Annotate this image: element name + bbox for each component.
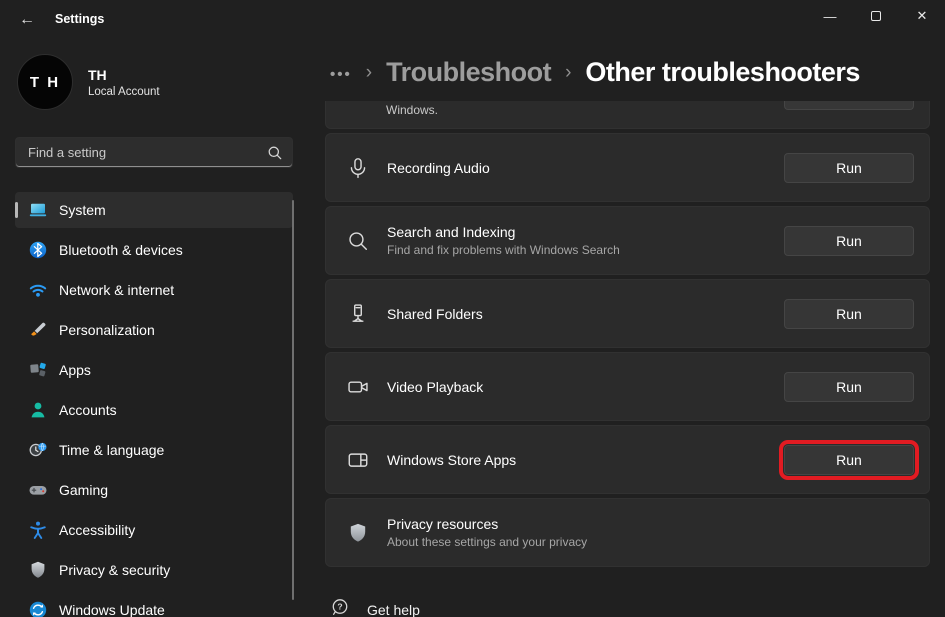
- run-button[interactable]: Run: [784, 299, 914, 329]
- sidebar-item-label: Accounts: [59, 402, 117, 418]
- page-title: Other troubleshooters: [585, 57, 860, 88]
- sidebar-item-personalization[interactable]: Personalization: [15, 312, 293, 348]
- list-item-shared-folders: Shared Folders Run: [325, 279, 930, 348]
- bluetooth-icon: [28, 240, 48, 260]
- troubleshooter-list: Windows. Recording Audio Run Searc: [325, 101, 930, 617]
- sidebar-item-label: Privacy & security: [59, 562, 170, 578]
- sidebar-item-apps[interactable]: Apps: [15, 352, 293, 388]
- get-help-icon: ?: [330, 597, 350, 617]
- run-button-fragment[interactable]: [784, 101, 914, 110]
- minimize-button[interactable]: —: [807, 0, 853, 32]
- item-title: Privacy resources: [387, 515, 914, 533]
- sidebar-scrollbar[interactable]: [292, 200, 294, 600]
- sidebar-item-system[interactable]: System: [15, 192, 293, 228]
- store-apps-icon: [346, 448, 370, 472]
- update-arrows-icon: [28, 600, 48, 617]
- run-button[interactable]: Run: [784, 226, 914, 256]
- breadcrumb-parent[interactable]: Troubleshoot: [386, 57, 551, 88]
- sidebar-item-accounts[interactable]: Accounts: [15, 392, 293, 428]
- sidebar-item-network-internet[interactable]: Network & internet: [15, 272, 293, 308]
- maximize-icon: [871, 11, 881, 21]
- back-button[interactable]: ←: [14, 8, 40, 32]
- person-icon: [28, 400, 48, 420]
- system-icon: [28, 200, 48, 220]
- sidebar-item-label: Network & internet: [59, 282, 174, 298]
- item-title: Video Playback: [387, 378, 784, 396]
- magnifier-icon: [346, 229, 370, 253]
- sidebar-item-gaming[interactable]: Gaming: [15, 472, 293, 508]
- sidebar-item-label: Gaming: [59, 482, 108, 498]
- sidebar-item-label: Accessibility: [59, 522, 135, 538]
- gamepad-icon: [28, 480, 48, 500]
- wifi-icon: [28, 280, 48, 300]
- breadcrumb: ••• › Troubleshoot › Other troubleshoote…: [330, 50, 860, 94]
- sidebar-item-time-language[interactable]: Time & language: [15, 432, 293, 468]
- avatar: T H: [17, 54, 73, 110]
- breadcrumb-ellipsis[interactable]: •••: [330, 62, 352, 83]
- sidebar-item-windows-update[interactable]: Windows Update: [15, 592, 293, 617]
- sidebar-item-label: Apps: [59, 362, 91, 378]
- item-subtitle: Find and fix problems with Windows Searc…: [387, 242, 784, 258]
- get-help-label: Get help: [367, 602, 420, 617]
- video-camera-icon: [346, 375, 370, 399]
- search-icon: [267, 145, 283, 166]
- maximize-button[interactable]: [853, 0, 899, 32]
- sidebar-item-label: Personalization: [59, 322, 155, 338]
- sidebar-item-label: Windows Update: [59, 602, 165, 617]
- chevron-right-icon: ›: [565, 60, 571, 84]
- item-title: Shared Folders: [387, 305, 784, 323]
- search-input[interactable]: [16, 138, 262, 167]
- minimize-icon: —: [824, 9, 837, 24]
- item-title: Search and Indexing: [387, 223, 784, 241]
- search-box: [15, 137, 293, 168]
- item-subtitle: About these settings and your privacy: [387, 534, 914, 550]
- sidebar-item-bluetooth-devices[interactable]: Bluetooth & devices: [15, 232, 293, 268]
- close-button[interactable]: ✕: [899, 0, 945, 32]
- close-icon: ✕: [917, 8, 928, 24]
- clock-globe-icon: [28, 440, 48, 460]
- sidebar-item-label: Bluetooth & devices: [59, 242, 183, 258]
- settings-window: ← Settings — ✕ T H TH Local Account: [0, 0, 945, 617]
- sidebar-item-label: Time & language: [59, 442, 164, 458]
- chevron-right-icon: ›: [366, 60, 372, 84]
- list-item-windows-store-apps: Windows Store Apps Run: [325, 425, 930, 494]
- get-help-link[interactable]: ? Get help: [325, 597, 930, 617]
- shared-folders-icon: [346, 302, 370, 326]
- window-controls: — ✕: [807, 0, 945, 32]
- run-button[interactable]: Run: [784, 153, 914, 183]
- shield-icon: [28, 560, 48, 580]
- back-arrow-icon: ←: [19, 11, 35, 29]
- apps-icon: [28, 360, 48, 380]
- sidebar-item-accessibility[interactable]: Accessibility: [15, 512, 293, 548]
- user-profile: T H TH Local Account: [17, 54, 160, 110]
- list-item-recording-audio: Recording Audio Run: [325, 133, 930, 202]
- account-type: Local Account: [88, 86, 160, 98]
- accessibility-person-icon: [28, 520, 48, 540]
- titlebar: ← Settings — ✕: [0, 0, 945, 40]
- clipped-list-item: Windows.: [325, 101, 930, 129]
- run-button[interactable]: Run: [784, 372, 914, 402]
- list-item-video-playback: Video Playback Run: [325, 352, 930, 421]
- clipped-description: Windows.: [386, 103, 438, 117]
- privacy-shield-icon: [346, 521, 370, 545]
- paintbrush-icon: [28, 320, 48, 340]
- window-title: Settings: [55, 12, 104, 26]
- main-content: ••• › Troubleshoot › Other troubleshoote…: [315, 40, 945, 617]
- item-title: Recording Audio: [387, 159, 784, 177]
- user-name: TH: [88, 66, 160, 84]
- sidebar: T H TH Local Account System: [0, 40, 315, 617]
- sidebar-nav: System Bluetooth & devices Network & int…: [15, 192, 293, 617]
- sidebar-item-privacy-security[interactable]: Privacy & security: [15, 552, 293, 588]
- run-button-highlighted[interactable]: Run: [784, 445, 914, 475]
- microphone-icon: [346, 156, 370, 180]
- list-item-privacy-resources[interactable]: Privacy resources About these settings a…: [325, 498, 930, 567]
- list-item-search-indexing: Search and Indexing Find and fix problem…: [325, 206, 930, 275]
- svg-text:?: ?: [337, 602, 342, 612]
- sidebar-item-label: System: [59, 202, 106, 218]
- item-title: Windows Store Apps: [387, 451, 784, 469]
